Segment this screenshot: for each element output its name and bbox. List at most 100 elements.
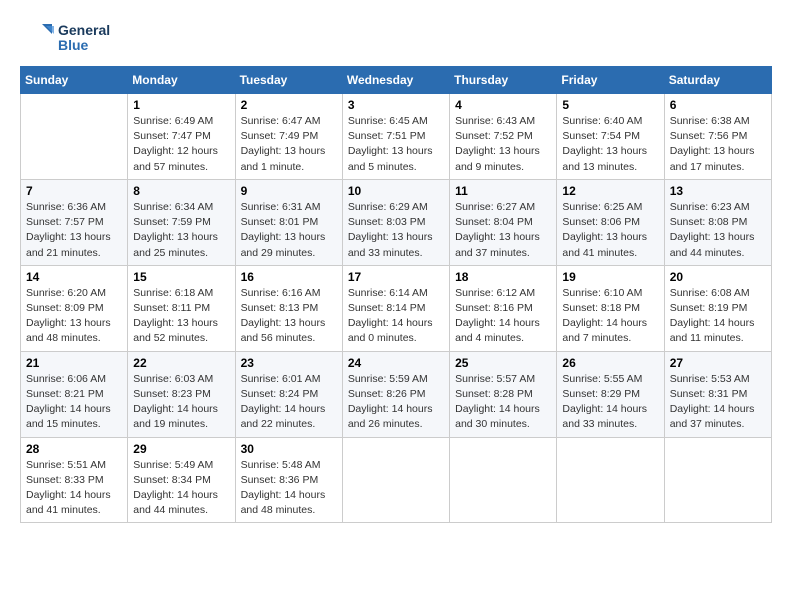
header-day-friday: Friday xyxy=(557,67,664,94)
header-day-wednesday: Wednesday xyxy=(342,67,449,94)
day-info: Sunrise: 6:40 AMSunset: 7:54 PMDaylight:… xyxy=(562,114,658,175)
day-info: Sunrise: 6:34 AMSunset: 7:59 PMDaylight:… xyxy=(133,200,229,261)
day-number: 23 xyxy=(241,356,337,370)
calendar-cell: 4Sunrise: 6:43 AMSunset: 7:52 PMDaylight… xyxy=(450,94,557,180)
day-number: 25 xyxy=(455,356,551,370)
day-number: 30 xyxy=(241,442,337,456)
day-number: 28 xyxy=(26,442,122,456)
calendar-cell xyxy=(21,94,128,180)
logo-general: General xyxy=(58,23,110,38)
calendar-cell: 8 Sunrise: 6:34 AMSunset: 7:59 PMDaylight… xyxy=(128,179,235,265)
day-number: 18 xyxy=(455,270,551,284)
day-info: Sunrise: 6:38 AMSunset: 7:56 PMDaylight:… xyxy=(670,114,766,175)
day-info: Sunrise: 6:27 AMSunset: 8:04 PMDaylight:… xyxy=(455,200,551,261)
calendar-cell: 13 Sunrise: 6:23 AMSunset: 8:08 PMDayligh… xyxy=(664,179,771,265)
logo-blue: Blue xyxy=(58,38,110,53)
day-info: Sunrise: 6:49 AMSunset: 7:47 PMDaylight:… xyxy=(133,114,229,175)
day-number: 17 xyxy=(348,270,444,284)
day-info: Sunrise: 6:06 AMSunset: 8:21 PMDaylight:… xyxy=(26,372,122,433)
day-number: 20 xyxy=(670,270,766,284)
calendar-cell: 26Sunrise: 5:55 AMSunset: 8:29 PMDayligh… xyxy=(557,351,664,437)
calendar-cell: 25 Sunrise: 5:57 AMSunset: 8:28 PMDayligh… xyxy=(450,351,557,437)
day-number: 8 xyxy=(133,184,229,198)
calendar-cell: 2 Sunrise: 6:47 AMSunset: 7:49 PMDaylight… xyxy=(235,94,342,180)
header-day-sunday: Sunday xyxy=(21,67,128,94)
day-info: Sunrise: 6:23 AMSunset: 8:08 PMDaylight:… xyxy=(670,200,766,261)
calendar-cell: 20 Sunrise: 6:08 AMSunset: 8:19 PMDayligh… xyxy=(664,265,771,351)
day-info: Sunrise: 6:14 AMSunset: 8:14 PMDaylight:… xyxy=(348,286,444,347)
day-info: Sunrise: 6:29 AMSunset: 8:03 PMDaylight:… xyxy=(348,200,444,261)
day-info: Sunrise: 5:48 AMSunset: 8:36 PMDaylight:… xyxy=(241,458,337,519)
day-number: 22 xyxy=(133,356,229,370)
calendar-cell xyxy=(342,437,449,523)
week-row-1: 1 Sunrise: 6:49 AMSunset: 7:47 PMDaylight… xyxy=(21,94,772,180)
calendar-cell xyxy=(557,437,664,523)
day-number: 11 xyxy=(455,184,551,198)
header-day-monday: Monday xyxy=(128,67,235,94)
day-info: Sunrise: 5:57 AMSunset: 8:28 PMDaylight:… xyxy=(455,372,551,433)
day-info: Sunrise: 6:31 AMSunset: 8:01 PMDaylight:… xyxy=(241,200,337,261)
day-number: 24 xyxy=(348,356,444,370)
calendar-cell xyxy=(664,437,771,523)
week-row-4: 21 Sunrise: 6:06 AMSunset: 8:21 PMDayligh… xyxy=(21,351,772,437)
day-number: 4 xyxy=(455,98,551,112)
calendar-cell: 15Sunrise: 6:18 AMSunset: 8:11 PMDayligh… xyxy=(128,265,235,351)
day-number: 6 xyxy=(670,98,766,112)
day-info: Sunrise: 6:20 AMSunset: 8:09 PMDaylight:… xyxy=(26,286,122,347)
day-info: Sunrise: 6:47 AMSunset: 7:49 PMDaylight:… xyxy=(241,114,337,175)
day-info: Sunrise: 6:36 AMSunset: 7:57 PMDaylight:… xyxy=(26,200,122,261)
logo-graphic xyxy=(20,20,56,56)
day-number: 5 xyxy=(562,98,658,112)
header-row: SundayMondayTuesdayWednesdayThursdayFrid… xyxy=(21,67,772,94)
day-number: 14 xyxy=(26,270,122,284)
header: General Blue xyxy=(20,20,772,56)
calendar-cell: 18 Sunrise: 6:12 AMSunset: 8:16 PMDayligh… xyxy=(450,265,557,351)
logo: General Blue xyxy=(20,20,110,56)
day-number: 3 xyxy=(348,98,444,112)
day-number: 10 xyxy=(348,184,444,198)
calendar-cell: 3 Sunrise: 6:45 AMSunset: 7:51 PMDaylight… xyxy=(342,94,449,180)
day-info: Sunrise: 6:25 AMSunset: 8:06 PMDaylight:… xyxy=(562,200,658,261)
header-day-thursday: Thursday xyxy=(450,67,557,94)
week-row-2: 7 Sunrise: 6:36 AMSunset: 7:57 PMDaylight… xyxy=(21,179,772,265)
header-day-saturday: Saturday xyxy=(664,67,771,94)
calendar-cell: 29 Sunrise: 5:49 AMSunset: 8:34 PMDayligh… xyxy=(128,437,235,523)
calendar-cell: 6 Sunrise: 6:38 AMSunset: 7:56 PMDaylight… xyxy=(664,94,771,180)
header-day-tuesday: Tuesday xyxy=(235,67,342,94)
calendar-cell: 12 Sunrise: 6:25 AMSunset: 8:06 PMDayligh… xyxy=(557,179,664,265)
calendar-cell: 24 Sunrise: 5:59 AMSunset: 8:26 PMDayligh… xyxy=(342,351,449,437)
day-info: Sunrise: 6:16 AMSunset: 8:13 PMDaylight:… xyxy=(241,286,337,347)
calendar-cell: 16 Sunrise: 6:16 AMSunset: 8:13 PMDayligh… xyxy=(235,265,342,351)
day-info: Sunrise: 5:59 AMSunset: 8:26 PMDaylight:… xyxy=(348,372,444,433)
day-info: Sunrise: 5:49 AMSunset: 8:34 PMDaylight:… xyxy=(133,458,229,519)
calendar-cell: 27Sunrise: 5:53 AMSunset: 8:31 PMDayligh… xyxy=(664,351,771,437)
calendar-cell: 10 Sunrise: 6:29 AMSunset: 8:03 PMDayligh… xyxy=(342,179,449,265)
day-info: Sunrise: 6:08 AMSunset: 8:19 PMDaylight:… xyxy=(670,286,766,347)
day-number: 2 xyxy=(241,98,337,112)
calendar-cell: 7 Sunrise: 6:36 AMSunset: 7:57 PMDaylight… xyxy=(21,179,128,265)
calendar-cell: 1 Sunrise: 6:49 AMSunset: 7:47 PMDaylight… xyxy=(128,94,235,180)
day-number: 9 xyxy=(241,184,337,198)
calendar-cell: 30 Sunrise: 5:48 AMSunset: 8:36 PMDayligh… xyxy=(235,437,342,523)
day-number: 1 xyxy=(133,98,229,112)
day-number: 19 xyxy=(562,270,658,284)
calendar-cell: 9 Sunrise: 6:31 AMSunset: 8:01 PMDaylight… xyxy=(235,179,342,265)
day-number: 16 xyxy=(241,270,337,284)
day-number: 13 xyxy=(670,184,766,198)
day-info: Sunrise: 6:03 AMSunset: 8:23 PMDaylight:… xyxy=(133,372,229,433)
day-info: Sunrise: 6:12 AMSunset: 8:16 PMDaylight:… xyxy=(455,286,551,347)
day-number: 12 xyxy=(562,184,658,198)
day-info: Sunrise: 6:01 AMSunset: 8:24 PMDaylight:… xyxy=(241,372,337,433)
day-number: 7 xyxy=(26,184,122,198)
calendar-cell: 14 Sunrise: 6:20 AMSunset: 8:09 PMDayligh… xyxy=(21,265,128,351)
calendar-cell: 23 Sunrise: 6:01 AMSunset: 8:24 PMDayligh… xyxy=(235,351,342,437)
week-row-3: 14 Sunrise: 6:20 AMSunset: 8:09 PMDayligh… xyxy=(21,265,772,351)
day-info: Sunrise: 6:45 AMSunset: 7:51 PMDaylight:… xyxy=(348,114,444,175)
calendar-table: SundayMondayTuesdayWednesdayThursdayFrid… xyxy=(20,66,772,523)
day-number: 27 xyxy=(670,356,766,370)
calendar-cell: 19Sunrise: 6:10 AMSunset: 8:18 PMDayligh… xyxy=(557,265,664,351)
day-number: 29 xyxy=(133,442,229,456)
day-number: 21 xyxy=(26,356,122,370)
calendar-cell: 28Sunrise: 5:51 AMSunset: 8:33 PMDayligh… xyxy=(21,437,128,523)
day-number: 26 xyxy=(562,356,658,370)
